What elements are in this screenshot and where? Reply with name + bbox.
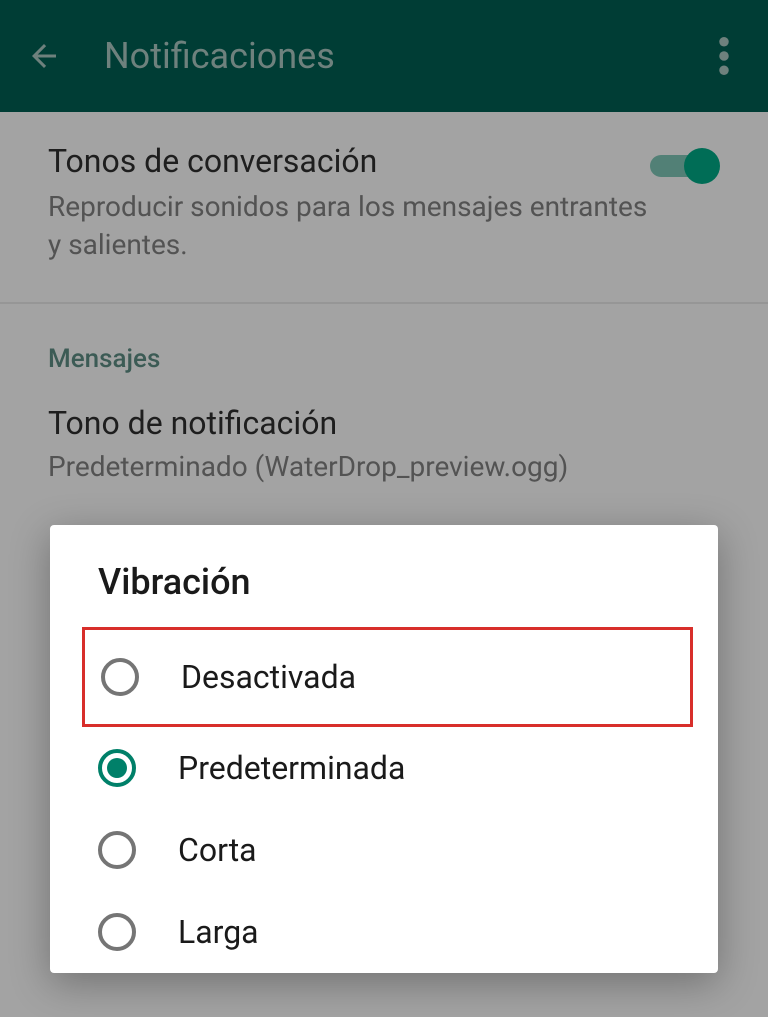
- option-label: Desactivada: [181, 658, 356, 696]
- highlighted-option-box: Desactivada: [82, 627, 693, 727]
- vibration-option-predeterminada[interactable]: Predeterminada: [50, 727, 718, 809]
- dialog-title: Vibración: [50, 561, 718, 627]
- radio-selected-icon: [98, 749, 136, 787]
- vibration-option-corta[interactable]: Corta: [50, 809, 718, 891]
- vibration-option-larga[interactable]: Larga: [50, 891, 718, 973]
- radio-icon: [98, 831, 136, 869]
- option-label: Larga: [178, 913, 259, 951]
- vibration-option-desactivada[interactable]: Desactivada: [85, 630, 690, 724]
- option-label: Corta: [178, 831, 257, 869]
- option-label: Predeterminada: [178, 749, 405, 787]
- radio-icon: [98, 913, 136, 951]
- radio-icon: [101, 658, 139, 696]
- vibration-dialog: Vibración Desactivada Predeterminada Cor…: [50, 525, 718, 973]
